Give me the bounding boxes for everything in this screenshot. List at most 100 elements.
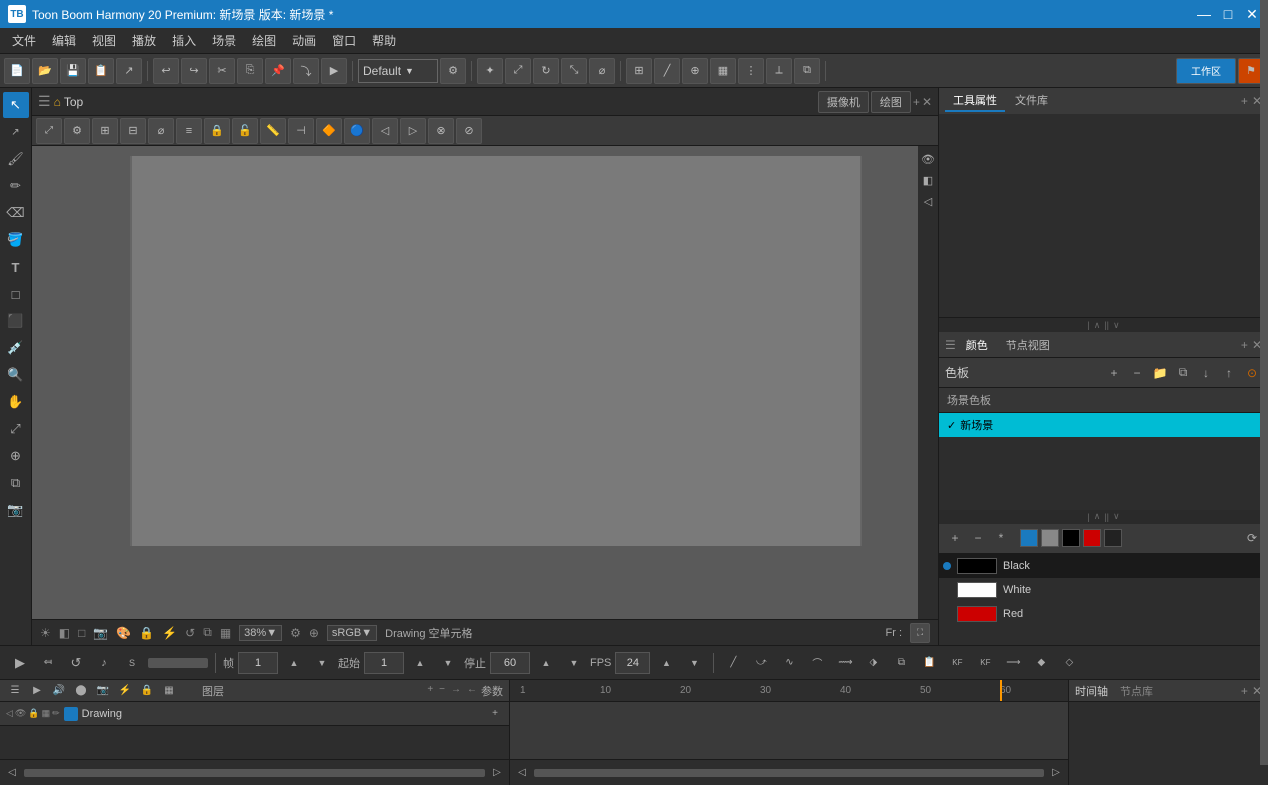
add-drawing-btn[interactable]: + bbox=[487, 706, 503, 722]
menu-item-帮助[interactable]: 帮助 bbox=[364, 30, 404, 52]
velocity-btn[interactable]: ⬗ bbox=[861, 651, 885, 675]
frame-input[interactable] bbox=[238, 652, 278, 674]
fps-up-btn[interactable]: ▲ bbox=[654, 651, 678, 675]
layer-lock[interactable]: 🔒 bbox=[28, 708, 39, 719]
copy-kf-btn[interactable]: ⧉ bbox=[889, 651, 913, 675]
layer-col[interactable]: ▦ bbox=[42, 708, 51, 719]
frames-hscroll[interactable] bbox=[534, 769, 1044, 777]
save-button[interactable]: 💾 bbox=[60, 58, 86, 84]
remove-layer-btn[interactable]: − bbox=[437, 683, 447, 699]
up-btn[interactable]: ↑ bbox=[1219, 363, 1239, 383]
brush-tool[interactable]: 🖌 bbox=[3, 146, 29, 172]
timeline-frames-panel[interactable]: 1 10 20 30 40 50 60 70 80 90 ◁ ▷ bbox=[510, 680, 1068, 785]
frames-scroll-left[interactable]: ◁ bbox=[514, 765, 530, 781]
bone-button[interactable]: ╱ bbox=[654, 58, 680, 84]
motion-btn[interactable]: ⟿ bbox=[833, 651, 857, 675]
swatch-blue[interactable] bbox=[1020, 529, 1038, 547]
duplicate-palette-btn[interactable]: ⧉ bbox=[1173, 363, 1193, 383]
drawing-layer[interactable]: ◁ 👁 🔒 ▦ ✏ ● Drawing + bbox=[0, 702, 509, 726]
zoom-tool[interactable]: 🔍 bbox=[3, 362, 29, 388]
paint-tool[interactable]: 🪣 bbox=[3, 227, 29, 253]
add-peg-button[interactable]: ✦ bbox=[477, 58, 503, 84]
tool-properties-tab[interactable]: 工具属性 bbox=[945, 90, 1005, 112]
align-btn[interactable]: ≡ bbox=[176, 118, 202, 144]
open-button[interactable]: 📂 bbox=[32, 58, 58, 84]
timeline-tab[interactable]: 时间轴 bbox=[1075, 683, 1108, 699]
frames-scroll-right[interactable]: ▷ bbox=[1048, 765, 1064, 781]
select-tool[interactable]: ↖ bbox=[3, 92, 29, 118]
stop-down-btn[interactable]: ▼ bbox=[562, 651, 586, 675]
redo-button[interactable]: ↪ bbox=[181, 58, 207, 84]
tl-hscrollbar[interactable] bbox=[24, 769, 485, 777]
camera-tool[interactable]: 📷 bbox=[3, 497, 29, 523]
scene-palette-item[interactable]: ✓ 新场景 bbox=[939, 413, 1268, 437]
swatch-dark[interactable] bbox=[1104, 529, 1122, 547]
menu-item-播放[interactable]: 播放 bbox=[124, 30, 164, 52]
start-down-btn[interactable]: ▼ bbox=[436, 651, 460, 675]
menu-item-场景[interactable]: 场景 bbox=[204, 30, 244, 52]
transform-tool[interactable]: ⤢ bbox=[3, 416, 29, 442]
menu-icon[interactable]: ☰ bbox=[38, 93, 51, 110]
stop-up-btn[interactable]: ▲ bbox=[534, 651, 558, 675]
compose-button[interactable]: ▦ bbox=[710, 58, 736, 84]
menu-item-编辑[interactable]: 编辑 bbox=[44, 30, 84, 52]
paste-kf-btn[interactable]: 📋 bbox=[917, 651, 941, 675]
color-item-black[interactable]: Black bbox=[939, 554, 1268, 578]
maximize-button[interactable]: □ bbox=[1220, 6, 1236, 22]
volume-slider[interactable] bbox=[148, 658, 208, 668]
folder-palette-btn[interactable]: 📁 bbox=[1150, 363, 1170, 383]
menu-item-插入[interactable]: 插入 bbox=[164, 30, 204, 52]
import-button[interactable]: ⤵ bbox=[293, 58, 319, 84]
text-tool[interactable]: T bbox=[3, 254, 29, 280]
transform-button[interactable]: ⊞ bbox=[626, 58, 652, 84]
collapse-icon[interactable]: ◁ bbox=[919, 192, 937, 210]
add-layer-btn[interactable]: + bbox=[425, 683, 435, 699]
fullscreen-btn[interactable]: ⛶ bbox=[910, 623, 930, 643]
menu-item-窗口[interactable]: 窗口 bbox=[324, 30, 364, 52]
tl-camera-btn[interactable]: 📷 bbox=[94, 682, 112, 700]
grid2-btn[interactable]: ⊟ bbox=[120, 118, 146, 144]
new-button[interactable]: 📄 bbox=[4, 58, 30, 84]
diamond-btn[interactable]: ◆ bbox=[1029, 651, 1053, 675]
rect-tool[interactable]: □ bbox=[3, 281, 29, 307]
flatten-btn[interactable]: ⊗ bbox=[428, 118, 454, 144]
add-color-btn[interactable]: + bbox=[945, 528, 965, 548]
layer-expand[interactable]: ◁ bbox=[6, 708, 13, 719]
menu-item-动画[interactable]: 动画 bbox=[284, 30, 324, 52]
cutter-button[interactable]: ⟂ bbox=[766, 58, 792, 84]
down-btn[interactable]: ↓ bbox=[1196, 363, 1216, 383]
node-view-tab[interactable]: 节点视图 bbox=[998, 335, 1058, 355]
add-bottom-btn[interactable]: + bbox=[1241, 338, 1248, 352]
transform-btn[interactable]: ⤢ bbox=[36, 118, 62, 144]
tl-mute-btn[interactable]: 🔊 bbox=[50, 682, 68, 700]
remove-color-btn[interactable]: − bbox=[968, 528, 988, 548]
add-panel-btn[interactable]: + bbox=[1241, 94, 1248, 108]
minimize-button[interactable]: — bbox=[1196, 6, 1212, 22]
hand-tool[interactable]: ✋ bbox=[3, 389, 29, 415]
sound-btn[interactable]: S bbox=[120, 651, 144, 675]
start-input[interactable] bbox=[364, 652, 404, 674]
colorspace-dropdown[interactable]: sRGB▼ bbox=[327, 625, 377, 641]
contour-editor[interactable]: ↗ bbox=[3, 119, 29, 145]
tl-scroll-left[interactable]: ◁ bbox=[4, 765, 20, 781]
set-key-btn[interactable]: ╱ bbox=[721, 651, 745, 675]
export-button[interactable]: ↗ bbox=[116, 58, 142, 84]
next-btn[interactable]: ▷ bbox=[400, 118, 426, 144]
move-tool-button[interactable]: ⤢ bbox=[505, 58, 531, 84]
add-view-button[interactable]: + bbox=[913, 95, 920, 109]
eye-icon[interactable]: 👁 bbox=[919, 150, 937, 168]
layer-visible[interactable]: 👁 bbox=[15, 708, 26, 719]
color-item-white[interactable]: White bbox=[939, 578, 1268, 602]
layer-icon[interactable]: ◧ bbox=[919, 171, 937, 189]
link-button[interactable]: ⧉ bbox=[794, 58, 820, 84]
tl-record-btn[interactable]: ⬤ bbox=[72, 682, 90, 700]
fps-input[interactable] bbox=[615, 652, 650, 674]
deform-button[interactable]: ⌀ bbox=[589, 58, 615, 84]
morphing-button[interactable]: ⋮ bbox=[738, 58, 764, 84]
tl-menu-btn[interactable]: ☰ bbox=[6, 682, 24, 700]
swatch-red[interactable] bbox=[1083, 529, 1101, 547]
prev-frame-btn[interactable]: ⤆ bbox=[36, 651, 60, 675]
close-view-button[interactable]: ✕ bbox=[922, 95, 932, 109]
prev-btn[interactable]: ◁ bbox=[372, 118, 398, 144]
close-btn-tool[interactable]: ⊘ bbox=[456, 118, 482, 144]
